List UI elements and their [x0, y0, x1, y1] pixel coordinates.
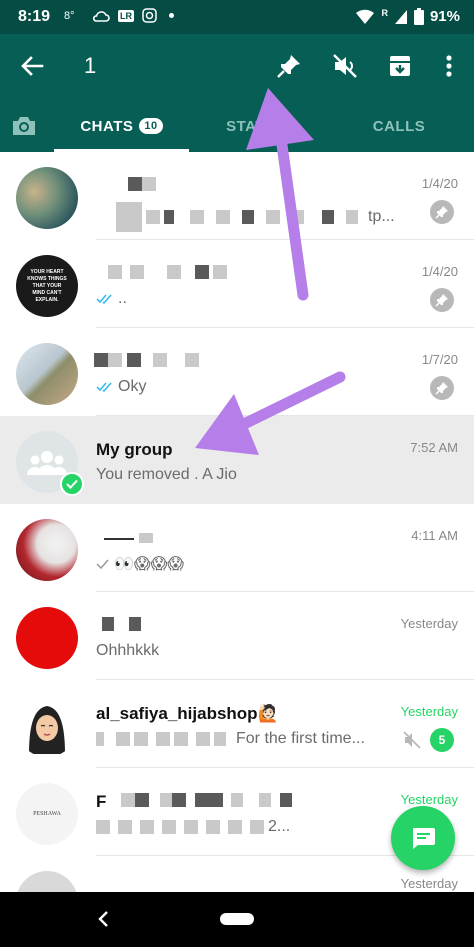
status-right-icons: R 91%: [355, 8, 460, 25]
chat-row[interactable]: Oky 1/7/20: [0, 328, 474, 416]
chat-preview: Oky: [96, 378, 146, 396]
sent-tick-icon: [96, 559, 109, 570]
chat-preview: For the first time...: [96, 730, 365, 748]
wifi-icon: [356, 9, 375, 24]
chat-time: 7:52 AM: [410, 440, 458, 455]
nav-back-icon[interactable]: [94, 908, 114, 930]
tab-bar: CHATS 10 STATUS CALLS: [0, 100, 474, 152]
hijab-avatar-icon: [29, 706, 65, 754]
status-left-icons: LR: [92, 8, 174, 23]
chat-time: 1/4/20: [421, 176, 458, 191]
chat-icon: [413, 828, 435, 849]
selection-toolbar: 1: [0, 34, 474, 100]
chat-time: Yesterday: [400, 876, 458, 891]
avatar: [16, 607, 78, 669]
unread-count-badge: 5: [430, 728, 454, 752]
pinned-icon: [430, 200, 454, 224]
chat-preview: You removed . A Jio: [96, 466, 237, 483]
mute-icon[interactable]: [331, 52, 359, 80]
chats-unread-badge: 10: [139, 118, 163, 134]
chat-name: My group: [96, 440, 173, 459]
cloud-icon: [92, 10, 110, 22]
signal-roaming-label: R: [381, 7, 388, 18]
chat-preview: Ohhhkkk: [96, 642, 160, 659]
avatar: YOUR HEART KNOWS THINGS THAT YOUR MIND C…: [16, 255, 78, 317]
muted-icon: [403, 731, 421, 749]
chat-row[interactable]: 👀😱😱😱 4:11 AM: [0, 504, 474, 592]
chat-time: Yesterday: [400, 616, 458, 631]
tab-calls-label: CALLS: [372, 117, 426, 135]
more-options-icon[interactable]: [435, 52, 463, 80]
chat-name: al_safiya_hijabshop🙋🏻: [96, 704, 279, 723]
avatar: [16, 871, 78, 892]
selected-check-icon: [60, 472, 84, 496]
chat-preview: 2...: [96, 818, 290, 836]
archive-icon[interactable]: [386, 52, 414, 80]
avatar: [16, 167, 78, 229]
avatar: PESHAWA: [16, 783, 78, 845]
chat-preview: 👀😱😱😱: [96, 554, 184, 574]
chat-row[interactable]: YOUR HEART KNOWS THINGS THAT YOUR MIND C…: [0, 240, 474, 328]
tab-status[interactable]: STATUS: [189, 100, 324, 152]
battery-icon: [413, 8, 424, 25]
chat-time: 4:11 AM: [411, 528, 458, 543]
tab-calls[interactable]: CALLS: [324, 100, 474, 152]
battery-percent: 91%: [429, 8, 460, 25]
chat-time: 1/7/20: [421, 352, 458, 367]
selected-count: 1: [84, 53, 97, 78]
chat-time: Yesterday: [400, 704, 458, 719]
avatar: [16, 519, 78, 581]
chat-name: [94, 352, 200, 372]
lr-app-icon: LR: [118, 9, 134, 22]
back-arrow-icon[interactable]: [18, 52, 46, 80]
tab-chats-label: CHATS: [80, 117, 134, 135]
chat-time: Yesterday: [400, 792, 458, 807]
notification-dot-icon: [169, 13, 174, 18]
chat-list[interactable]: tp... 1/4/20 YOUR HEART KNOWS THINGS THA…: [0, 152, 474, 892]
pinned-icon: [430, 376, 454, 400]
status-bar: 8:19 8° LR R 91%: [0, 0, 474, 34]
chat-time: 1/4/20: [421, 264, 458, 279]
signal-icon: [394, 9, 407, 24]
chat-preview: ..: [96, 290, 127, 308]
chat-name: [96, 528, 153, 548]
tab-status-label: STATUS: [226, 117, 287, 135]
chat-row[interactable]: al_safiya_hijabshop🙋🏻 For the first time…: [0, 680, 474, 768]
pinned-icon: [430, 288, 454, 312]
read-ticks-icon: [96, 294, 112, 305]
avatar: [16, 343, 78, 405]
read-ticks-icon: [96, 382, 112, 393]
camera-icon[interactable]: [10, 114, 38, 138]
group-icon: [27, 451, 67, 475]
chat-name: [96, 616, 141, 636]
system-navigation-bar: [0, 892, 474, 947]
status-time: 8:19: [18, 8, 51, 25]
chat-name: [96, 264, 228, 284]
instagram-icon: [142, 8, 157, 23]
tab-chats[interactable]: CHATS 10: [54, 100, 189, 152]
status-temperature: 8°: [64, 10, 75, 22]
new-chat-button[interactable]: [391, 806, 455, 870]
chat-row[interactable]: tp... 1/4/20: [0, 152, 474, 240]
home-pill[interactable]: [220, 913, 254, 925]
chat-row-selected[interactable]: My group You removed . A Jio 7:52 AM: [0, 416, 474, 504]
chat-name: [96, 176, 156, 196]
chat-name: F: [96, 792, 293, 812]
chat-row[interactable]: Ohhhkkk Yesterday: [0, 592, 474, 680]
pin-icon[interactable]: [275, 52, 303, 80]
avatar: [16, 695, 78, 757]
chat-preview: tp...: [96, 202, 395, 232]
